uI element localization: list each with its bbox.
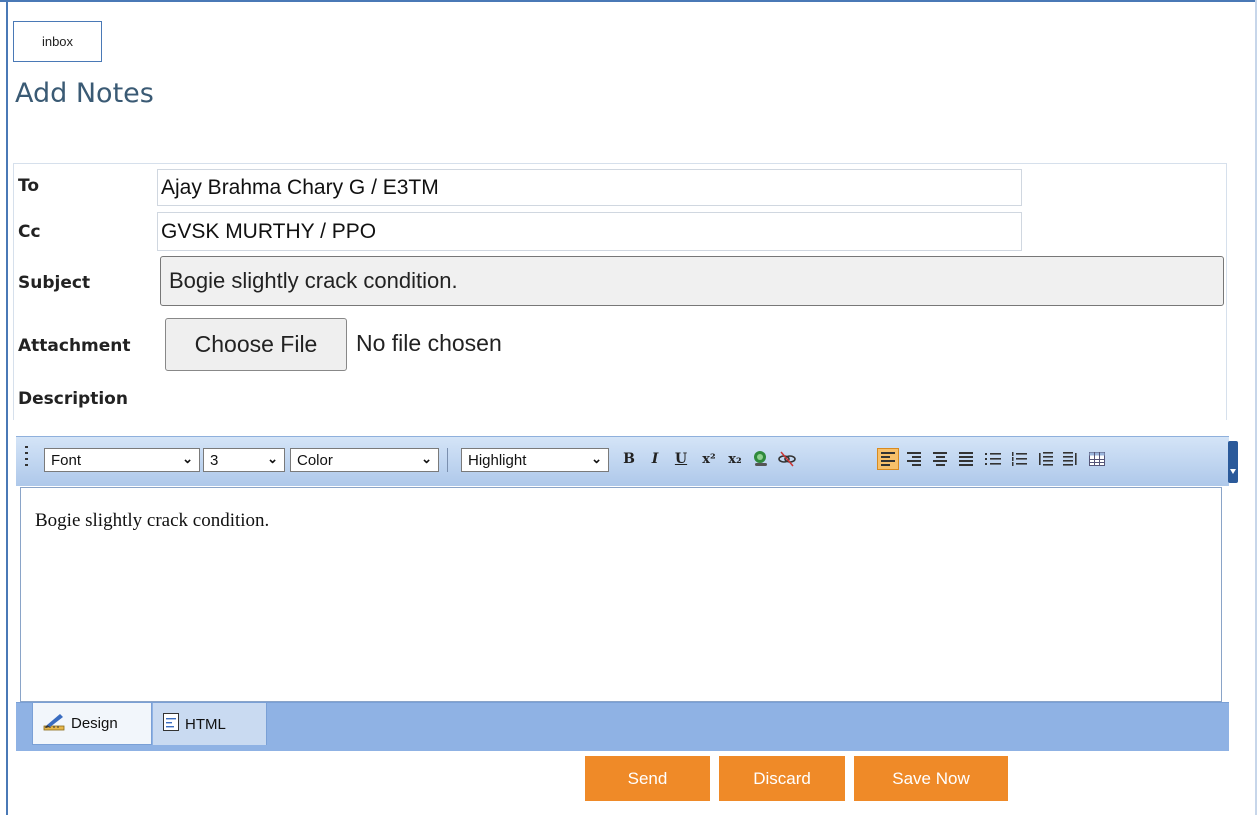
inbox-button[interactable]: inbox	[13, 21, 102, 62]
color-select-value: Color	[297, 451, 333, 469]
page-title: Add Notes	[15, 78, 154, 109]
italic-icon[interactable]: I	[644, 448, 666, 470]
html-document-icon	[163, 713, 179, 735]
tab-design[interactable]: Design	[32, 703, 152, 745]
indent-icon[interactable]	[1060, 448, 1082, 470]
link-icon[interactable]	[750, 448, 772, 470]
table-icon[interactable]	[1086, 448, 1108, 470]
align-right-icon[interactable]	[903, 448, 925, 470]
numbered-list-icon[interactable]	[1008, 448, 1030, 470]
subject-field[interactable]: Bogie slightly crack condition.	[160, 256, 1224, 306]
chevron-down-icon: ⌄	[421, 451, 432, 466]
description-label: Description	[18, 389, 128, 409]
highlight-select-value: Highlight	[468, 451, 527, 469]
size-select[interactable]: 3 ⌄	[203, 448, 285, 472]
chevron-down-icon: ⌄	[267, 451, 278, 466]
outdent-icon[interactable]	[1034, 448, 1056, 470]
send-button[interactable]: Send	[585, 756, 710, 801]
attachment-label: Attachment	[18, 336, 131, 356]
cc-label: Cc	[18, 222, 41, 242]
window-top-border	[0, 0, 1257, 2]
editor-mode-bar: Design HTML	[16, 702, 1229, 751]
to-field[interactable]: Ajay Brahma Chary G / E3TM	[157, 169, 1022, 206]
color-select[interactable]: Color ⌄	[290, 448, 439, 472]
pencil-ruler-icon	[43, 713, 65, 735]
align-left-icon[interactable]	[877, 448, 899, 470]
bold-icon[interactable]: B	[618, 448, 640, 470]
font-select-value: Font	[51, 451, 82, 469]
highlight-select[interactable]: Highlight ⌄	[461, 448, 609, 472]
file-status: No file chosen	[356, 330, 502, 356]
chevron-down-icon: ⌄	[182, 451, 193, 466]
window-left-border	[6, 0, 8, 815]
subject-label: Subject	[18, 273, 91, 293]
toolbar-separator	[447, 448, 448, 472]
tab-html[interactable]: HTML	[153, 703, 267, 745]
to-label: To	[18, 176, 40, 196]
toolbar-more-icon[interactable]	[1228, 441, 1238, 483]
grip-icon[interactable]	[25, 446, 28, 468]
align-center-icon[interactable]	[929, 448, 951, 470]
chevron-down-icon: ⌄	[591, 451, 602, 466]
cc-field[interactable]: GVSK MURTHY / PPO	[157, 212, 1022, 251]
font-select[interactable]: Font ⌄	[44, 448, 200, 472]
underline-icon[interactable]: U	[670, 448, 692, 470]
subscript-icon[interactable]: x₂	[724, 448, 746, 470]
tab-html-label: HTML	[185, 715, 226, 733]
choose-file-button[interactable]: Choose File	[165, 318, 347, 371]
bulleted-list-icon[interactable]	[982, 448, 1004, 470]
justify-icon[interactable]	[955, 448, 977, 470]
unlink-icon[interactable]	[776, 448, 798, 470]
editor-toolbar: Font ⌄ 3 ⌄ Color ⌄ Highlight ⌄ B I U x² …	[16, 436, 1238, 486]
superscript-icon[interactable]: x²	[698, 448, 720, 470]
save-now-button[interactable]: Save Now	[854, 756, 1008, 801]
tab-design-label: Design	[71, 715, 118, 732]
discard-button[interactable]: Discard	[719, 756, 845, 801]
size-select-value: 3	[210, 451, 219, 469]
rich-text-editor[interactable]: Bogie slightly crack condition.	[20, 487, 1222, 702]
